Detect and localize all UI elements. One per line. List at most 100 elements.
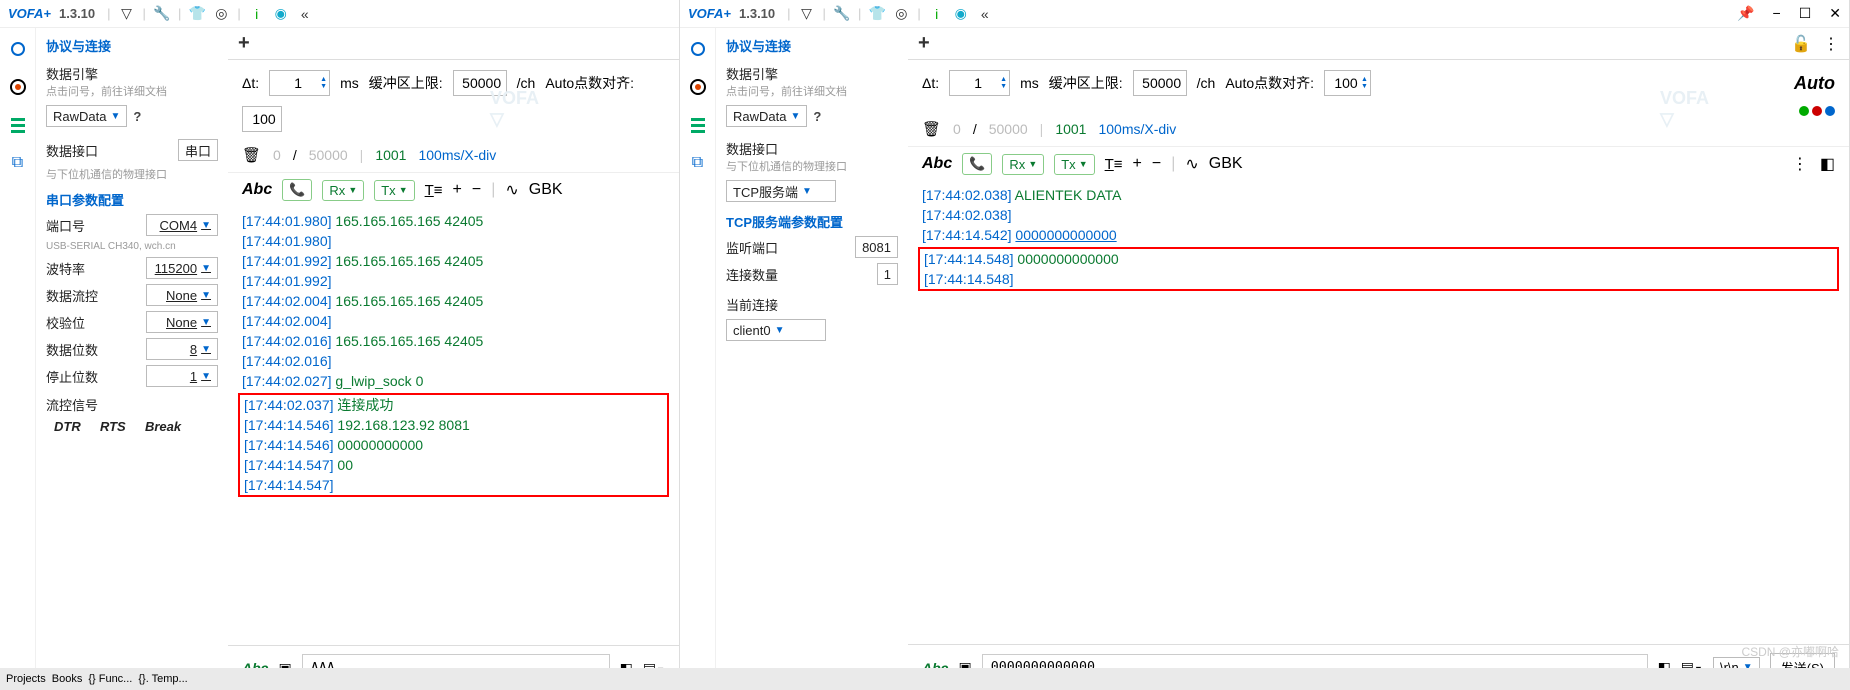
copy-icon[interactable]: ⧉ <box>7 152 29 174</box>
close-icon[interactable]: ✕ <box>1829 5 1841 22</box>
tx-toggle[interactable]: Tx▼ <box>1054 154 1094 175</box>
info-icon[interactable]: i <box>249 6 265 22</box>
titlebar-right: VOFA+ 1.3.10 |▽ |🔧 |👕 ◎ |i ◉ « 📌 − ☐ ✕ <box>680 0 1849 28</box>
port-info: USB-SERIAL CH340, wch.cn <box>46 241 218 252</box>
maximize-icon[interactable]: ☐ <box>1799 5 1812 22</box>
dtr-toggle[interactable]: DTR <box>54 419 81 434</box>
target-icon[interactable]: ◎ <box>213 6 229 22</box>
brand: VOFA+ <box>8 6 51 21</box>
highlight-box: [17:44:14.548] 0000000000000 [17:44:14.5… <box>918 247 1839 291</box>
copy-icon[interactable]: ⧉ <box>687 152 709 174</box>
terminal-left[interactable]: [17:44:01.980] 165.165.165.165 42405 [17… <box>228 207 679 645</box>
eraser-icon[interactable]: ◧ <box>1820 154 1835 174</box>
client-select[interactable]: client0▼ <box>726 319 826 341</box>
port-select[interactable]: COM4▼ <box>146 214 218 236</box>
minus-icon[interactable]: − <box>1152 155 1161 173</box>
plus-icon[interactable]: + <box>1133 155 1142 173</box>
break-toggle[interactable]: Break <box>145 419 181 434</box>
engine-select[interactable]: RawData▼ <box>726 105 807 127</box>
plus-icon[interactable]: + <box>453 181 462 199</box>
engine-hint: 点击问号，前往详细文档 <box>46 83 218 99</box>
menu-icon[interactable] <box>7 114 29 136</box>
new-tab-button[interactable]: + <box>918 32 930 55</box>
books-tab[interactable]: Books <box>52 673 83 685</box>
baud-select[interactable]: 115200▼ <box>146 257 218 279</box>
temp-tab[interactable]: {}. Temp... <box>138 673 187 685</box>
rts-toggle[interactable]: RTS <box>100 419 126 434</box>
version: 1.3.10 <box>59 6 95 21</box>
new-tab-button[interactable]: + <box>238 32 250 55</box>
fingerprint-icon[interactable]: ◉ <box>273 6 289 22</box>
status-dots <box>1799 106 1835 116</box>
shirt-icon[interactable]: 👕 <box>869 6 885 22</box>
taskbar: Projects Books {} Func... {}. Temp... <box>0 668 1850 690</box>
help-icon[interactable]: ? <box>813 109 821 124</box>
shirt-icon[interactable]: 👕 <box>189 6 205 22</box>
textcase-icon[interactable]: T≡ <box>1105 156 1123 173</box>
highlight-box: [17:44:02.037] 连接成功 [17:44:14.546] 192.1… <box>238 393 669 497</box>
phone-icon[interactable]: 📞 <box>962 153 992 175</box>
listen-port[interactable]: 8081 <box>855 236 898 258</box>
main-right: + 🔓 ⋮ VOFA▽ Δt: ▲▼ ms 缓冲区上限: /ch Auto点数对… <box>908 28 1849 690</box>
check-icon[interactable]: ▽ <box>119 6 135 22</box>
textcase-icon[interactable]: T≡ <box>425 182 443 199</box>
wave-icon[interactable]: ∿ <box>505 180 518 200</box>
target-icon[interactable]: ◎ <box>893 6 909 22</box>
iface-hint: 与下位机通信的物理接口 <box>46 166 218 182</box>
rate-link[interactable]: 100ms/X-div <box>418 147 496 163</box>
connect-icon[interactable] <box>7 38 29 60</box>
terminal-right[interactable]: [17:44:02.038] ALIENTEK DATA [17:44:02.0… <box>908 181 1849 644</box>
projects-tab[interactable]: Projects <box>6 673 46 685</box>
auto-input[interactable]: ▲▼ <box>1324 70 1371 96</box>
minus-icon[interactable]: − <box>472 181 481 199</box>
fingerprint-icon[interactable]: ◉ <box>953 6 969 22</box>
trash-icon[interactable]: 🗑 <box>922 120 941 138</box>
engine-select[interactable]: RawData▼ <box>46 105 127 127</box>
func-tab[interactable]: {} Func... <box>88 673 132 685</box>
help-icon[interactable]: ? <box>133 109 141 124</box>
pin-icon[interactable]: 📌 <box>1737 5 1754 22</box>
flow-select[interactable]: None▼ <box>146 284 218 306</box>
more-icon[interactable]: ⋮ <box>1823 34 1839 54</box>
rx-toggle[interactable]: Rx▼ <box>1002 154 1044 175</box>
trash-icon[interactable]: 🗑 <box>242 146 261 164</box>
databits-select[interactable]: 8▼ <box>146 338 218 360</box>
tx-toggle[interactable]: Tx▼ <box>374 180 414 201</box>
fc-label: 流控信号 <box>46 395 218 414</box>
iface-select[interactable]: TCP服务端▼ <box>726 180 836 202</box>
parity-select[interactable]: None▼ <box>146 311 218 333</box>
buf-input[interactable] <box>453 70 507 96</box>
stopbits-select[interactable]: 1▼ <box>146 365 218 387</box>
rx-toggle[interactable]: Rx▼ <box>322 180 364 201</box>
record-icon[interactable] <box>7 76 29 98</box>
titlebar-left: VOFA+ 1.3.10 | ▽ | 🔧 | 👕 ◎ | i ◉ « <box>0 0 679 28</box>
watermark: CSDN @亦嘟啊哈 <box>1741 643 1839 660</box>
record-icon[interactable] <box>687 76 709 98</box>
unlock-icon[interactable]: 🔓 <box>1791 34 1811 54</box>
config-panel: 协议与连接 数据引擎 点击问号，前往详细文档 RawData▼ ? 数据接口 串… <box>36 28 228 690</box>
wrench-icon[interactable]: 🔧 <box>154 6 170 22</box>
serial-title: 串口参数配置 <box>46 190 218 209</box>
auto-label: Auto <box>1794 73 1835 94</box>
wave-icon[interactable]: ∿ <box>1185 154 1198 174</box>
menu-icon[interactable] <box>687 114 709 136</box>
conn-title: 协议与连接 <box>46 36 218 55</box>
dt-input[interactable]: ▲▼ <box>949 70 1010 96</box>
collapse-icon[interactable]: « <box>297 6 313 22</box>
auto-input[interactable] <box>242 106 282 132</box>
wrench-icon[interactable]: 🔧 <box>834 6 850 22</box>
info-icon[interactable]: i <box>929 6 945 22</box>
dt-input[interactable]: ▲▼ <box>269 70 330 96</box>
check-icon[interactable]: ▽ <box>799 6 815 22</box>
main-left: + VOFA▽ Δt: ▲▼ ms 缓冲区上限: /ch Auto点数对齐: 🗑… <box>228 28 679 690</box>
connect-icon[interactable] <box>687 38 709 60</box>
tcp-title: TCP服务端参数配置 <box>726 212 898 231</box>
minimize-icon[interactable]: − <box>1773 5 1781 22</box>
collapse-icon[interactable]: « <box>977 6 993 22</box>
abc-toggle[interactable]: Abc <box>242 181 272 199</box>
buf-input[interactable] <box>1133 70 1187 96</box>
phone-icon[interactable]: 📞 <box>282 179 312 201</box>
iface-badge[interactable]: 串口 <box>178 139 218 161</box>
more-icon[interactable]: ⋮ <box>1792 154 1808 174</box>
sidebar: ⧉ <box>0 28 36 690</box>
